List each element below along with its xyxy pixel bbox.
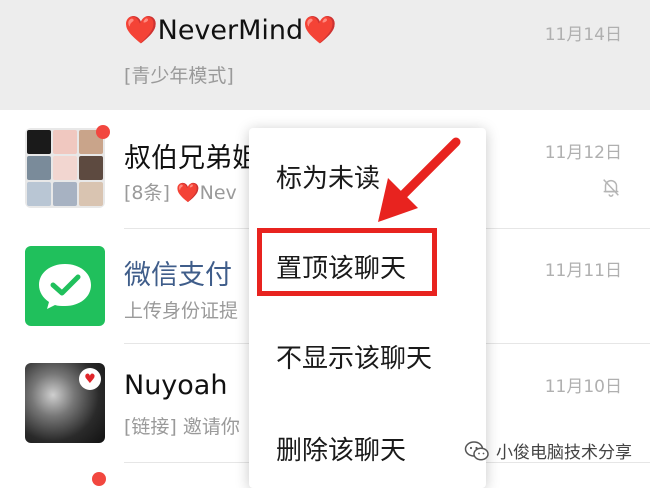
mute-bell-icon bbox=[603, 179, 619, 197]
contact-avatar: ♥ bbox=[25, 363, 105, 443]
menu-item-label: 不显示该聊天 bbox=[276, 344, 433, 374]
menu-item-hide-chat[interactable]: 不显示该聊天 bbox=[249, 324, 486, 384]
chat-name: Nuyoah bbox=[124, 370, 228, 401]
watermark: 小俊电脑技术分享 bbox=[464, 438, 632, 463]
chat-row-nevermind[interactable]: ❤️NeverMind❤️ [青少年模式] 11月14日 bbox=[0, 0, 650, 110]
message-count: [8条] bbox=[124, 182, 170, 204]
chat-preview: [8条] ❤️Nev bbox=[124, 178, 237, 205]
chat-name: 叔伯兄弟姐 bbox=[124, 143, 259, 174]
group-avatar bbox=[25, 128, 105, 208]
wechat-icon bbox=[464, 440, 489, 461]
heart-emoji: ❤️ bbox=[303, 15, 337, 46]
unread-dot bbox=[92, 472, 106, 486]
chat-time: 11月10日 bbox=[544, 377, 622, 397]
chat-name: 微信支付 bbox=[124, 260, 232, 291]
heart-emoji: ❤️ bbox=[175, 182, 200, 204]
highlight-box bbox=[257, 228, 437, 296]
chat-time: 11月11日 bbox=[544, 261, 622, 281]
heart-icon: ♥ bbox=[79, 368, 101, 390]
menu-item-label: 删除该聊天 bbox=[276, 436, 407, 466]
wechat-pay-icon bbox=[39, 264, 91, 309]
chat-preview: 上传身份证提 bbox=[124, 300, 239, 322]
preview-text: Nev bbox=[199, 182, 237, 204]
chat-preview: [青少年模式] bbox=[124, 65, 234, 87]
watermark-text: 小俊电脑技术分享 bbox=[496, 443, 632, 463]
chat-time: 11月14日 bbox=[544, 25, 622, 45]
chat-name: ❤️NeverMind❤️ bbox=[124, 14, 337, 46]
heart-emoji: ❤️ bbox=[124, 15, 158, 46]
chat-time: 11月12日 bbox=[544, 143, 622, 163]
menu-item-delete-chat[interactable]: 删除该聊天 bbox=[249, 416, 486, 476]
wechat-pay-avatar bbox=[25, 246, 105, 326]
chat-preview: [链接] 邀请你 bbox=[124, 416, 240, 438]
chat-name-text: NeverMind bbox=[157, 15, 304, 46]
unread-dot bbox=[96, 125, 110, 139]
red-arrow-icon bbox=[378, 137, 461, 222]
